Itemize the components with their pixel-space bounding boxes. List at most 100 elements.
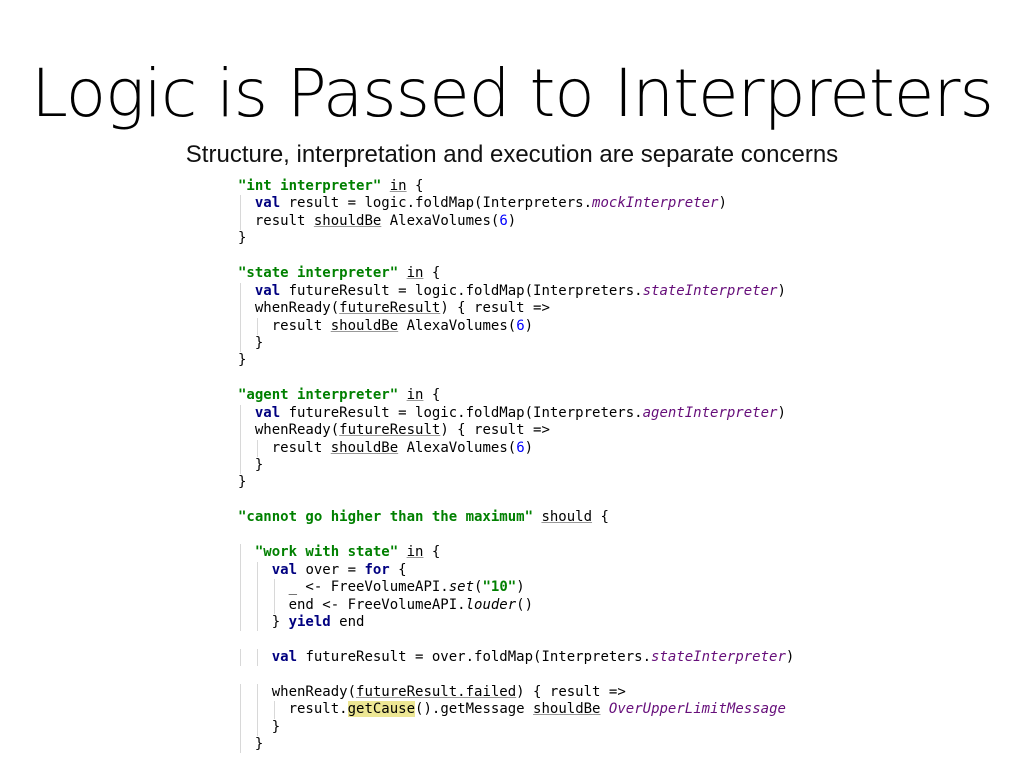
indent-guide bbox=[273, 701, 275, 719]
code-token: shouldBe bbox=[330, 317, 399, 334]
code-token: result = logic.foldMap(Interpreters. bbox=[280, 195, 593, 212]
code-token: futureResult bbox=[339, 422, 441, 439]
code-line: result shouldBe AlexaVolumes(6) bbox=[238, 317, 798, 335]
code-token: whenReady( bbox=[254, 422, 340, 439]
code-token: "agent interpreter" bbox=[238, 387, 399, 404]
indent-guide bbox=[240, 195, 241, 213]
code-token: for bbox=[364, 561, 390, 578]
indent-guide bbox=[240, 317, 241, 335]
indent-guide bbox=[256, 596, 258, 614]
code-line: } bbox=[238, 736, 798, 754]
code-token: result. bbox=[288, 701, 348, 718]
indent-guide bbox=[240, 422, 241, 440]
indent-guide bbox=[240, 282, 241, 301]
code-token: end bbox=[330, 613, 365, 630]
indent-guide bbox=[256, 648, 258, 667]
code-line: } yield end bbox=[238, 613, 798, 632]
code-token: shouldBe bbox=[533, 701, 601, 718]
code-line: val futureResult = over.foldMap(Interpre… bbox=[238, 648, 798, 667]
code-line: } bbox=[238, 352, 798, 369]
code-token: futureResult.failed bbox=[356, 683, 517, 700]
indent-guide bbox=[240, 596, 241, 614]
code-line: result shouldBe AlexaVolumes(6) bbox=[238, 439, 798, 457]
indent-guide bbox=[240, 579, 241, 597]
code-token: yield bbox=[288, 613, 331, 630]
slide-subtitle: Structure, interpretation and execution … bbox=[185, 141, 839, 168]
code-token: result bbox=[254, 212, 314, 229]
indent-guide bbox=[240, 544, 241, 562]
code-token: } bbox=[254, 334, 264, 351]
code-token: end <- FreeVolumeAPI. bbox=[288, 596, 466, 613]
code-token: stateInterpreter bbox=[642, 282, 778, 299]
code-token: val bbox=[271, 561, 298, 578]
indent-guide bbox=[240, 736, 241, 754]
code-token: val bbox=[254, 404, 281, 421]
code-token: _ <- FreeVolumeAPI. bbox=[288, 579, 449, 596]
code-block: "int interpreter" in { val result = logi… bbox=[238, 178, 798, 754]
code-line: result.getCause().getMessage shouldBe Ov… bbox=[238, 701, 798, 719]
code-token: whenReady( bbox=[254, 300, 340, 317]
code-token: val bbox=[254, 195, 281, 212]
code-token: result bbox=[271, 317, 331, 334]
indent-guide bbox=[256, 439, 258, 457]
indent-guide bbox=[256, 718, 258, 736]
code-token: val bbox=[271, 648, 298, 665]
code-token: { bbox=[389, 561, 407, 578]
code-token: ) { result => bbox=[440, 422, 550, 439]
code-token: getCause bbox=[347, 701, 416, 718]
code-token: ) bbox=[516, 579, 525, 596]
code-token: whenReady( bbox=[271, 683, 357, 700]
code-token: ) bbox=[718, 195, 727, 212]
code-token: result bbox=[271, 439, 331, 456]
code-line: val over = for { bbox=[238, 561, 798, 580]
code-token: set bbox=[448, 579, 475, 596]
code-token: ().getMessage bbox=[415, 701, 534, 718]
code-line: whenReady(futureResult) { result => bbox=[238, 300, 798, 318]
code-token: } bbox=[254, 457, 264, 473]
code-token: val bbox=[254, 282, 281, 299]
code-token: } bbox=[271, 718, 281, 735]
code-token: "cannot go higher than the maximum" bbox=[238, 509, 534, 526]
code-token: ) { result => bbox=[516, 683, 626, 700]
code-line: result shouldBe AlexaVolumes(6) bbox=[238, 212, 798, 231]
code-token: { bbox=[423, 387, 441, 404]
code-token: } bbox=[238, 474, 247, 491]
code-token: should bbox=[541, 509, 593, 526]
indent-guide bbox=[240, 718, 241, 736]
code-line: whenReady(futureResult) { result => bbox=[238, 422, 798, 440]
indent-guide bbox=[256, 683, 258, 702]
indent-guide bbox=[256, 317, 258, 335]
code-token: 6 bbox=[499, 212, 508, 229]
code-token: ) bbox=[507, 212, 517, 229]
code-token: AlexaVolumes( bbox=[398, 439, 517, 456]
code-line: val futureResult = logic.foldMap(Interpr… bbox=[238, 282, 798, 301]
code-token: futureResult = logic.foldMap(Interpreter… bbox=[280, 282, 643, 299]
code-line: val result = logic.foldMap(Interpreters.… bbox=[238, 195, 798, 213]
indent-guide bbox=[256, 579, 258, 597]
code-token: in bbox=[406, 265, 424, 282]
code-line: } bbox=[238, 474, 798, 491]
code-line: } bbox=[238, 457, 798, 475]
code-line: } bbox=[238, 334, 798, 353]
code-token: "int interpreter" bbox=[238, 178, 382, 194]
code-line: "int interpreter" in { bbox=[238, 178, 798, 195]
code-token: "10" bbox=[482, 579, 517, 596]
code-line: } bbox=[238, 230, 798, 247]
code-line: "agent interpreter" in { bbox=[238, 387, 798, 404]
code-line: } bbox=[238, 718, 798, 736]
indent-guide bbox=[273, 579, 275, 597]
code-line: _ <- FreeVolumeAPI.set("10") bbox=[238, 579, 798, 597]
code-token: 6 bbox=[516, 439, 525, 456]
code-token: futureResult bbox=[339, 300, 441, 317]
code-token: AlexaVolumes( bbox=[381, 212, 500, 229]
code-token: "work with state" bbox=[254, 544, 399, 561]
code-token: "state interpreter" bbox=[238, 265, 399, 282]
